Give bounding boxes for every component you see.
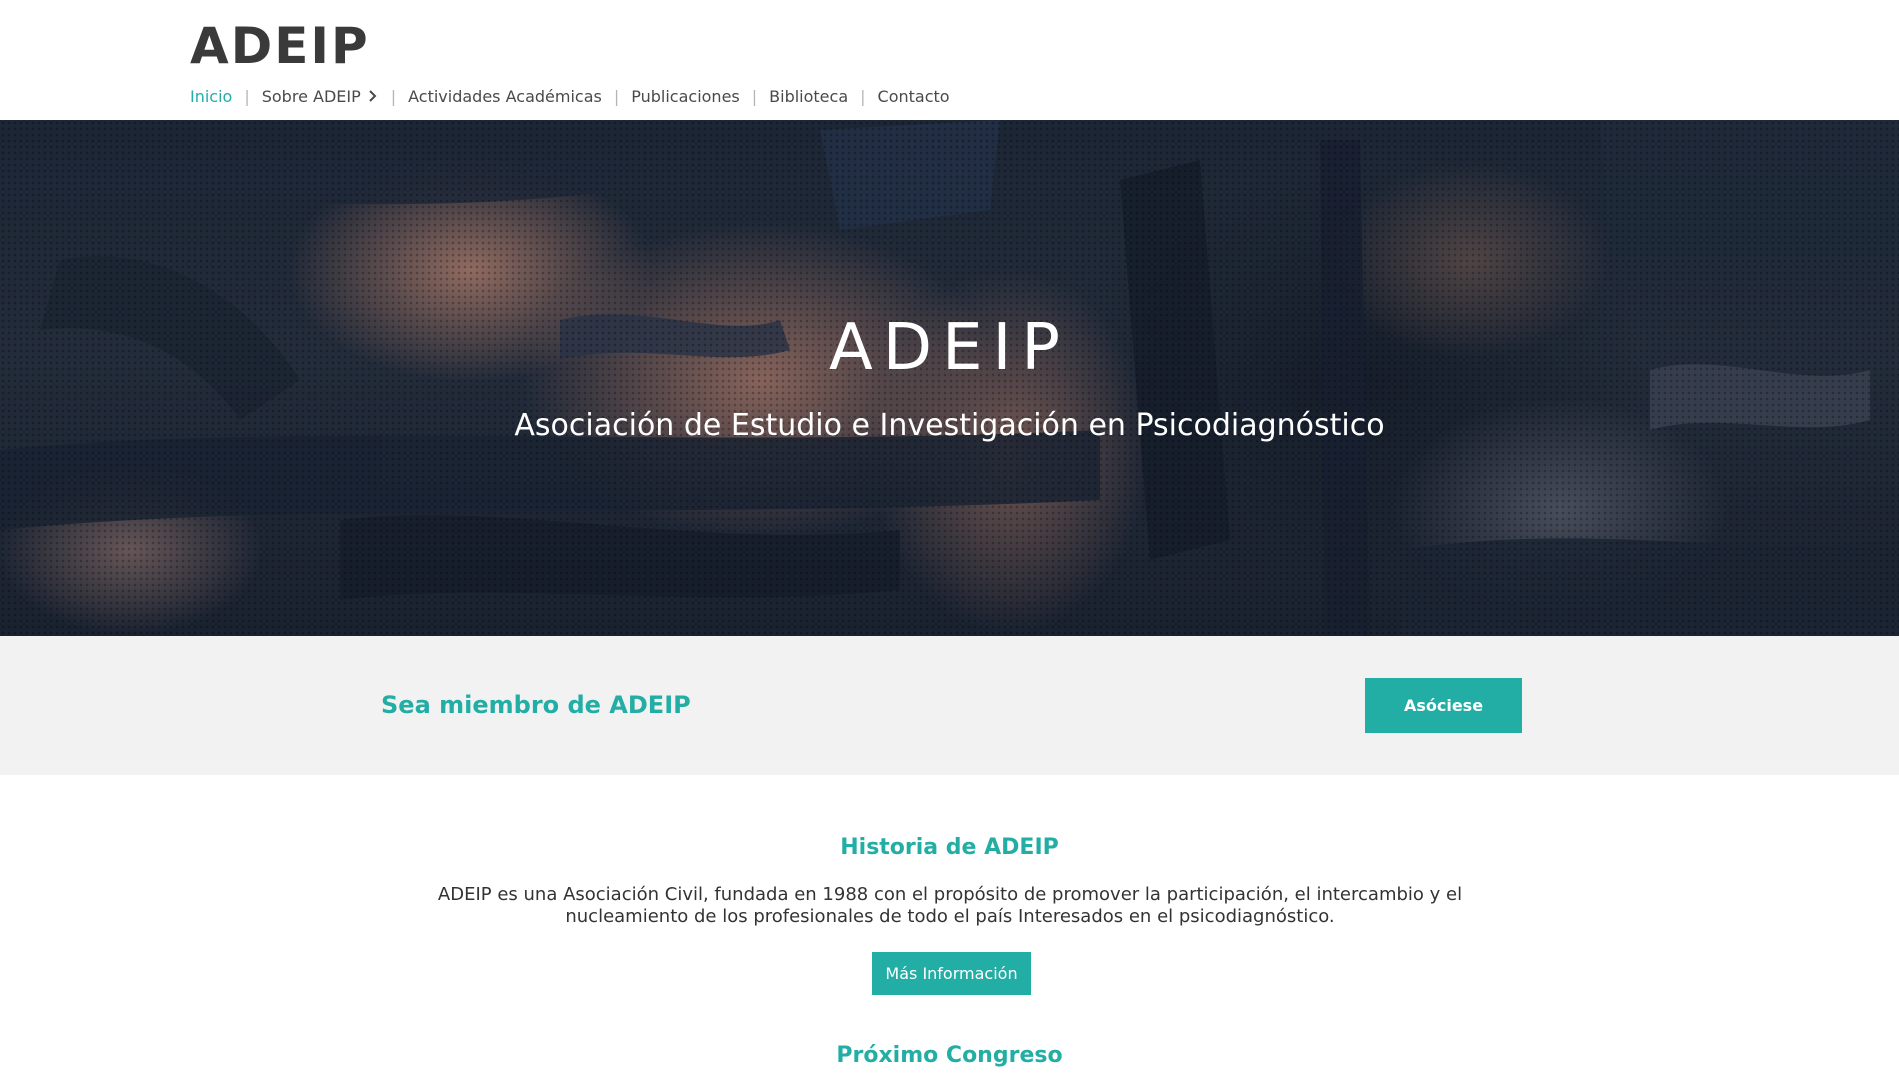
- site-header: ADEIP Inicio | Sobre ADEIP | Actividades…: [0, 0, 1899, 120]
- membership-band: Sea miembro de ADEIP Asóciese: [0, 636, 1899, 775]
- hero-banner: ADEIP Asociación de Estudio e Investigac…: [0, 120, 1899, 636]
- nav-item-biblioteca[interactable]: Biblioteca: [769, 87, 848, 106]
- history-text-line: ADEIP es una Asociación Civil, fundada e…: [437, 884, 1463, 905]
- nav-separator: |: [751, 86, 758, 106]
- membership-title: Sea miembro de ADEIP: [381, 691, 691, 719]
- nav-separator: |: [244, 86, 250, 106]
- nav-separator: |: [390, 86, 397, 106]
- nav-item-contacto[interactable]: Contacto: [878, 87, 950, 106]
- nav-item-inicio[interactable]: Inicio: [190, 87, 232, 106]
- next-congress-title: Próximo Congreso: [836, 1043, 1063, 1068]
- nav-item-sobre-adeip[interactable]: Sobre ADEIP: [262, 87, 379, 106]
- hero-subtitle: Asociación de Estudio e Investigación en…: [514, 408, 1385, 443]
- nav-item-publicaciones[interactable]: Publicaciones: [631, 87, 740, 106]
- hero-title: ADEIP: [829, 311, 1070, 385]
- chevron-right-icon: [369, 90, 377, 102]
- site-logo[interactable]: ADEIP: [190, 18, 370, 74]
- history-description: ADEIP es una Asociación Civil, fundada e…: [420, 884, 1480, 928]
- main-nav: Inicio | Sobre ADEIP | Actividades Acadé…: [190, 84, 950, 108]
- nav-separator: |: [860, 86, 866, 106]
- nav-separator: |: [613, 86, 620, 106]
- history-text-line: nucleamiento de los profesionales de tod…: [565, 906, 1335, 927]
- more-info-button[interactable]: Más Información: [872, 952, 1031, 995]
- nav-item-actividades-academicas[interactable]: Actividades Académicas: [408, 87, 602, 106]
- join-button[interactable]: Asóciese: [1365, 678, 1522, 733]
- history-title: Historia de ADEIP: [840, 835, 1059, 860]
- nav-item-sobre-adeip-label: Sobre ADEIP: [261, 86, 361, 106]
